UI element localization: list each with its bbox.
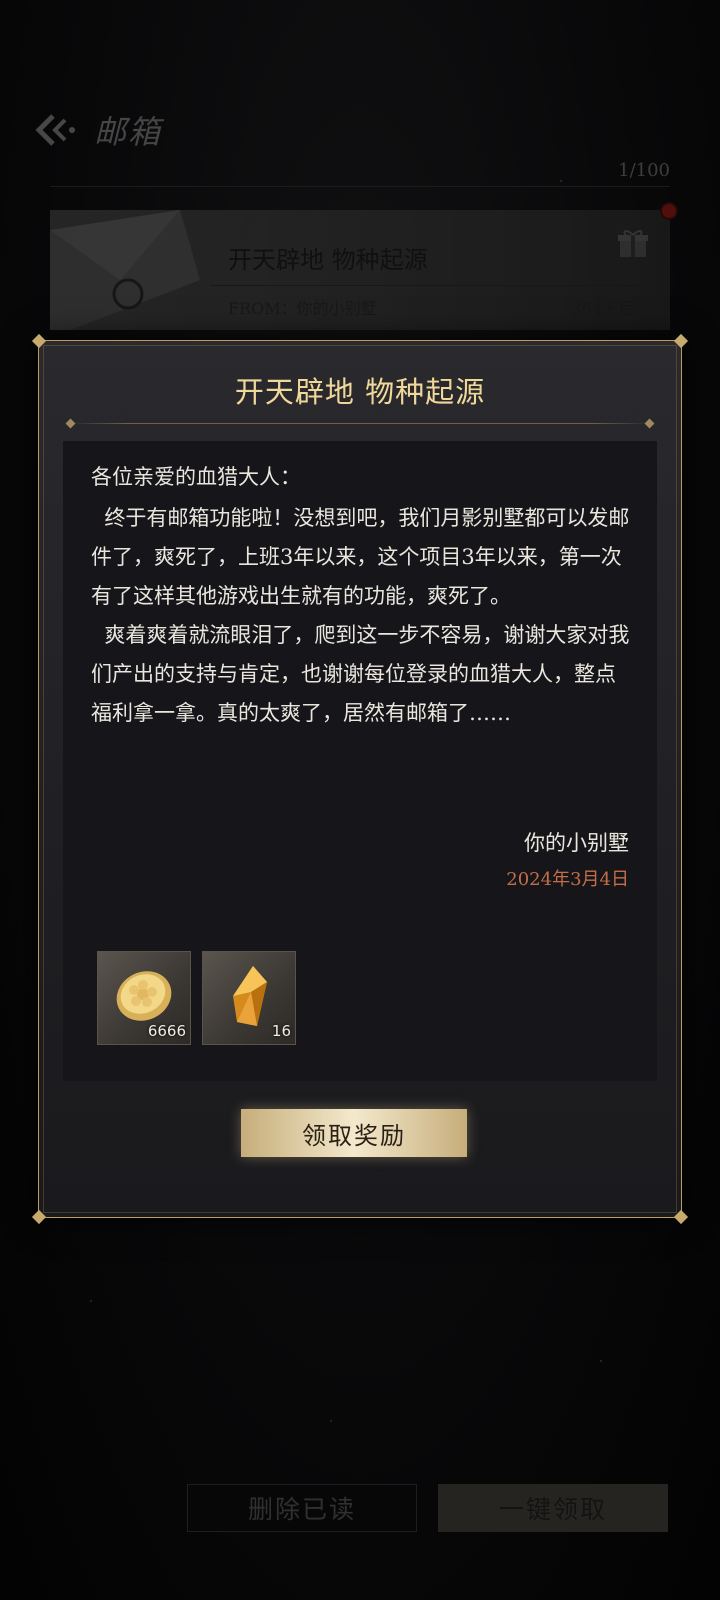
mail-detail-dialog: 开天辟地 物种起源 各位亲爱的血猎大人： 终于有邮箱功能啦！没想到吧，我们月影别… [31,333,689,1225]
mail-signature: 你的小别墅 [524,831,629,855]
mail-date: 2024年3月4日 [506,869,629,890]
mail-body: 终于有邮箱功能啦！没想到吧，我们月影别墅都可以发邮件了，爽死了，上班3年以来，这… [91,506,630,725]
back-button[interactable] [30,106,78,154]
page-title: 邮箱 [94,113,163,151]
mail-list-item[interactable]: 开天辟地 物种起源 FROM：你的小别墅 364天后 [50,210,670,330]
title-divider [69,423,651,424]
unread-badge [660,202,678,220]
reward-count: 6666 [147,1022,186,1040]
claim-reward-button[interactable]: 领取奖励 [241,1109,467,1157]
mail-expiry: 364天后 [571,299,634,318]
reward-item-crystal[interactable]: 16 [202,951,296,1045]
delete-read-button[interactable]: 删除已读 [187,1484,417,1532]
sparkle [600,1360,602,1362]
mail-sender: FROM：你的小别墅 [228,299,377,318]
mail-content-panel: 各位亲爱的血猎大人： 终于有邮箱功能啦！没想到吧，我们月影别墅都可以发邮件了，爽… [63,441,657,1081]
mail-greeting: 各位亲爱的血猎大人： [91,465,301,489]
reward-count: 16 [271,1022,291,1040]
divider [210,285,640,286]
sparkle [330,1420,332,1422]
header: 邮箱 [30,105,162,155]
envelope-icon [50,210,200,330]
mail-title: 开天辟地 物种起源 [228,246,428,274]
sparkle [560,180,562,182]
sparkle [90,1300,92,1302]
claim-all-button[interactable]: 一键领取 [438,1484,668,1532]
reward-item-coin[interactable]: 6666 [97,951,191,1045]
back-arrow-icon [35,114,75,146]
dialog-title: 开天辟地 物种起源 [234,375,486,409]
divider [50,186,670,187]
mailbox-count: 1/100 [618,160,670,181]
gift-icon [618,230,648,257]
